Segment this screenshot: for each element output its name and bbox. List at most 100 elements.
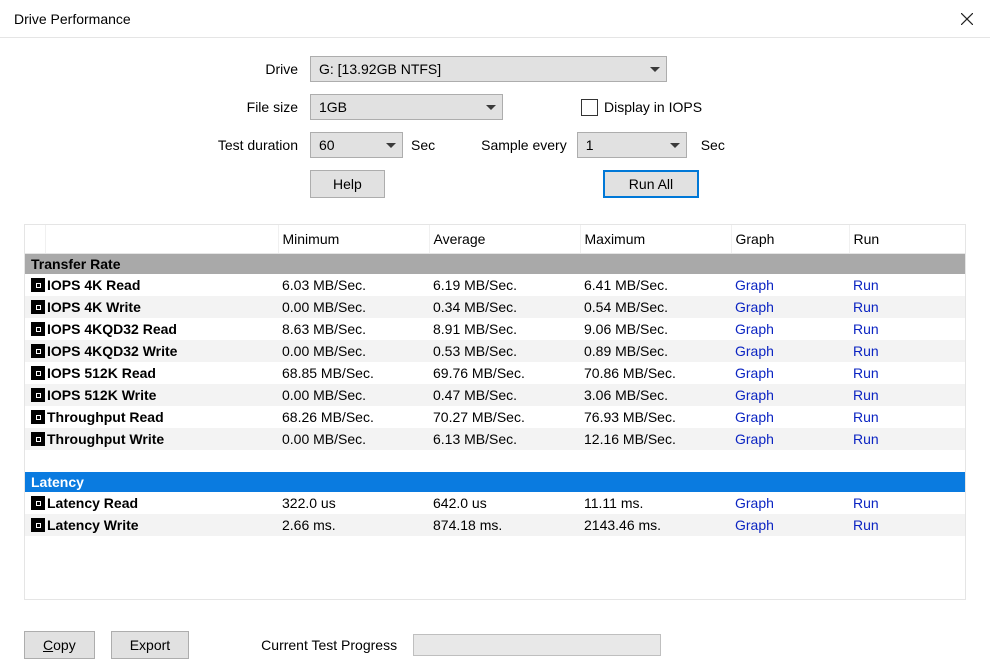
row-avg: 6.13 MB/Sec. <box>429 428 580 450</box>
col-avg[interactable]: Average <box>429 225 580 254</box>
row-avg: 642.0 us <box>429 492 580 514</box>
row-name: IOPS 512K Read <box>45 362 278 384</box>
table-row[interactable]: Throughput Read68.26 MB/Sec.70.27 MB/Sec… <box>25 406 966 428</box>
table-row[interactable]: Latency Read322.0 us642.0 us11.11 ms.Gra… <box>25 492 966 514</box>
graph-link[interactable]: Graph <box>735 321 774 337</box>
graph-link[interactable]: Graph <box>735 299 774 315</box>
filesize-select[interactable]: 1GB <box>310 94 503 120</box>
drive-select[interactable]: G: [13.92GB NTFS] <box>310 56 667 82</box>
run-link[interactable]: Run <box>853 409 879 425</box>
graph-link[interactable]: Graph <box>735 495 774 511</box>
row-avg: 0.53 MB/Sec. <box>429 340 580 362</box>
titlebar: Drive Performance <box>0 0 990 38</box>
help-button[interactable]: Help <box>310 170 385 198</box>
row-marker-icon <box>31 300 45 314</box>
row-min: 0.00 MB/Sec. <box>278 428 429 450</box>
test-duration-value: 60 <box>319 137 335 153</box>
run-link[interactable]: Run <box>853 343 879 359</box>
col-max[interactable]: Maximum <box>580 225 731 254</box>
sample-every-unit: Sec <box>701 137 725 153</box>
help-button-label: Help <box>333 176 362 192</box>
test-duration-select[interactable]: 60 <box>310 132 403 158</box>
col-min[interactable]: Minimum <box>278 225 429 254</box>
graph-link[interactable]: Graph <box>735 365 774 381</box>
graph-link[interactable]: Graph <box>735 409 774 425</box>
close-icon <box>961 13 973 25</box>
section-header[interactable]: Transfer Rate <box>25 254 966 275</box>
run-link[interactable]: Run <box>853 495 879 511</box>
config-panel: Drive G: [13.92GB NTFS] File size 1GB Di… <box>0 38 990 218</box>
copy-button-label: Copy <box>43 637 76 653</box>
row-avg: 70.27 MB/Sec. <box>429 406 580 428</box>
row-max: 6.41 MB/Sec. <box>580 274 731 296</box>
graph-link[interactable]: Graph <box>735 387 774 403</box>
col-graph[interactable]: Graph <box>731 225 849 254</box>
row-avg: 69.76 MB/Sec. <box>429 362 580 384</box>
close-button[interactable] <box>944 0 990 37</box>
drive-select-value: G: [13.92GB NTFS] <box>319 61 441 77</box>
row-max: 0.54 MB/Sec. <box>580 296 731 318</box>
run-link[interactable]: Run <box>853 431 879 447</box>
section-header[interactable]: Latency <box>25 472 966 492</box>
run-link[interactable]: Run <box>853 277 879 293</box>
graph-link[interactable]: Graph <box>735 277 774 293</box>
table-row[interactable]: IOPS 512K Read68.85 MB/Sec.69.76 MB/Sec.… <box>25 362 966 384</box>
col-name[interactable] <box>45 225 278 254</box>
chevron-down-icon <box>386 143 396 148</box>
graph-link[interactable]: Graph <box>735 517 774 533</box>
row-marker-icon <box>31 278 45 292</box>
test-duration-unit: Sec <box>411 137 435 153</box>
copy-button[interactable]: Copy <box>24 631 95 659</box>
row-max: 76.93 MB/Sec. <box>580 406 731 428</box>
chevron-down-icon <box>650 67 660 72</box>
row-avg: 6.19 MB/Sec. <box>429 274 580 296</box>
row-name: IOPS 4K Write <box>45 296 278 318</box>
row-avg: 0.34 MB/Sec. <box>429 296 580 318</box>
row-marker-icon <box>31 496 45 510</box>
table-row[interactable]: IOPS 512K Write0.00 MB/Sec.0.47 MB/Sec.3… <box>25 384 966 406</box>
export-button-label: Export <box>130 637 170 653</box>
row-min: 322.0 us <box>278 492 429 514</box>
row-name: Throughput Read <box>45 406 278 428</box>
test-duration-label: Test duration <box>24 137 310 153</box>
chevron-down-icon <box>486 105 496 110</box>
table-row[interactable]: Latency Write2.66 ms.874.18 ms.2143.46 m… <box>25 514 966 536</box>
run-all-button[interactable]: Run All <box>603 170 699 198</box>
row-marker-icon <box>31 410 45 424</box>
row-avg: 874.18 ms. <box>429 514 580 536</box>
run-link[interactable]: Run <box>853 299 879 315</box>
export-button[interactable]: Export <box>111 631 189 659</box>
table-row[interactable]: IOPS 4KQD32 Read8.63 MB/Sec.8.91 MB/Sec.… <box>25 318 966 340</box>
display-iops-checkbox[interactable] <box>581 99 598 116</box>
sample-every-select[interactable]: 1 <box>577 132 687 158</box>
drive-label: Drive <box>24 61 310 77</box>
run-link[interactable]: Run <box>853 365 879 381</box>
row-max: 0.89 MB/Sec. <box>580 340 731 362</box>
run-all-button-label: Run All <box>629 176 673 192</box>
row-min: 0.00 MB/Sec. <box>278 296 429 318</box>
row-marker-icon <box>31 366 45 380</box>
row-max: 70.86 MB/Sec. <box>580 362 731 384</box>
graph-link[interactable]: Graph <box>735 431 774 447</box>
table-row[interactable]: IOPS 4KQD32 Write0.00 MB/Sec.0.53 MB/Sec… <box>25 340 966 362</box>
sample-every-label: Sample every <box>481 137 567 153</box>
col-run[interactable]: Run <box>849 225 966 254</box>
run-link[interactable]: Run <box>853 517 879 533</box>
filesize-select-value: 1GB <box>319 99 347 115</box>
run-link[interactable]: Run <box>853 387 879 403</box>
row-name: IOPS 4KQD32 Read <box>45 318 278 340</box>
run-link[interactable]: Run <box>853 321 879 337</box>
row-max: 12.16 MB/Sec. <box>580 428 731 450</box>
row-marker-icon <box>31 344 45 358</box>
row-name: Latency Write <box>45 514 278 536</box>
row-marker-icon <box>31 432 45 446</box>
row-min: 2.66 ms. <box>278 514 429 536</box>
table-row[interactable]: IOPS 4K Read6.03 MB/Sec.6.19 MB/Sec.6.41… <box>25 274 966 296</box>
row-min: 0.00 MB/Sec. <box>278 340 429 362</box>
graph-link[interactable]: Graph <box>735 343 774 359</box>
window-title: Drive Performance <box>14 11 131 27</box>
table-row[interactable]: IOPS 4K Write0.00 MB/Sec.0.34 MB/Sec.0.5… <box>25 296 966 318</box>
table-row[interactable]: Throughput Write0.00 MB/Sec.6.13 MB/Sec.… <box>25 428 966 450</box>
row-name: IOPS 4K Read <box>45 274 278 296</box>
row-min: 8.63 MB/Sec. <box>278 318 429 340</box>
